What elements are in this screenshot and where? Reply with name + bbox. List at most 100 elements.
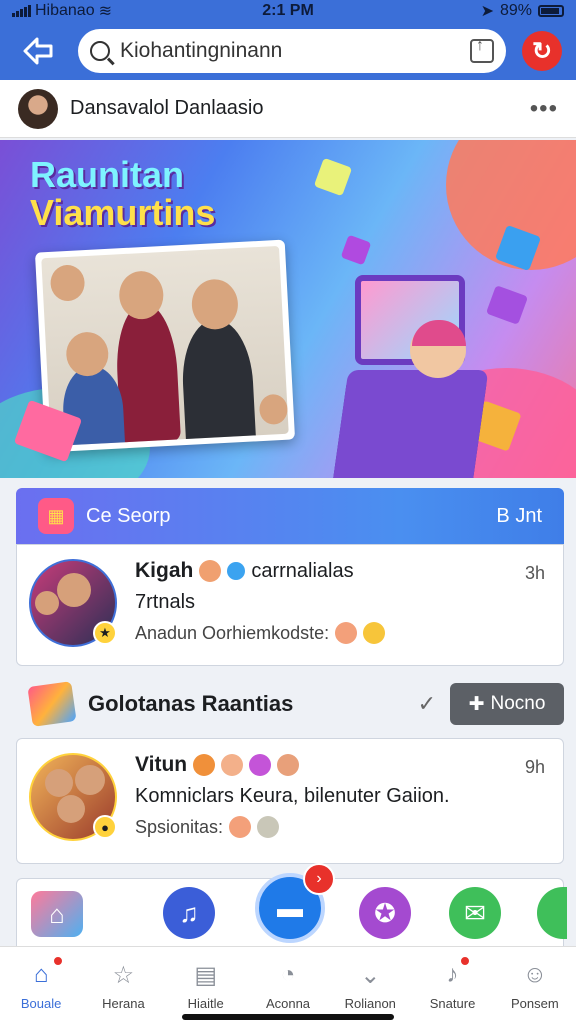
post-tag[interactable]: carrnalialas	[251, 560, 353, 583]
photo-face	[258, 393, 289, 426]
top-app-bar: ↻	[0, 22, 576, 80]
group-row: Golotanas Raantias ✓ ✚ Nocno	[16, 676, 564, 732]
reaction-emoji-icon[interactable]	[335, 622, 358, 644]
avatar-face	[57, 795, 85, 823]
group-action-button[interactable]: ✚ Nocno	[450, 683, 564, 725]
wifi-icon: ≋	[98, 3, 113, 20]
photo-person	[179, 317, 257, 447]
calendar-icon: ▤	[194, 961, 218, 989]
chat-shortcut-icon[interactable]: ✉	[449, 887, 501, 939]
tab-label: Bouale	[20, 996, 62, 1011]
refresh-button[interactable]: ↻	[522, 31, 562, 71]
shortcut-row: ⌂ ♫ ▬ › ✪ ✉	[16, 863, 567, 948]
compose-badge-icon: ›	[303, 863, 335, 895]
search-input[interactable]	[120, 39, 460, 63]
tab-favorites[interactable]: ☆ Herana	[82, 947, 164, 1024]
verified-icon	[227, 562, 246, 580]
post-title[interactable]: Vitun	[135, 753, 187, 777]
carrier-name: Hibanao	[35, 2, 95, 19]
search-bar[interactable]	[78, 29, 506, 73]
more-options-icon[interactable]: •••	[530, 95, 558, 123]
avatar-face	[45, 769, 73, 797]
location-icon: ➤	[480, 3, 494, 20]
section-title: Ce Seorp	[86, 504, 171, 527]
chevron-down-circle-icon: ⌄	[360, 961, 381, 989]
tab-more[interactable]: ⌄ Rolianon	[329, 947, 411, 1024]
hero-banner[interactable]: Raunitan Viamurtins	[0, 140, 576, 478]
reaction-emoji-icon[interactable]	[257, 816, 280, 838]
profile-name[interactable]: Dansavalol Danlaasio	[70, 97, 263, 120]
face-emoji-icon	[221, 754, 244, 776]
post-meta: Spsionitas:	[135, 816, 224, 837]
post-time: 3h	[524, 563, 545, 583]
post-card[interactable]: ● Vitun Komniclars Keura, bilenuter Gaii…	[16, 738, 564, 864]
tab-explore[interactable]: ◔ Aconna	[247, 947, 329, 1024]
post-avatar[interactable]: ★	[29, 559, 117, 647]
cube-icon	[27, 681, 77, 727]
tab-home[interactable]: ⌂ Bouale	[0, 947, 82, 1024]
decor-cube	[485, 285, 529, 325]
profile-header: Dansavalol Danlaasio •••	[0, 80, 576, 138]
star-icon: ☆	[112, 961, 135, 989]
home-indicator	[182, 1014, 394, 1020]
post-text: 7rtnals	[135, 591, 196, 613]
tab-profile[interactable]: ☺ Ponsem	[494, 947, 576, 1024]
refresh-icon: ↻	[531, 37, 553, 65]
tab-label: Ponsem	[510, 996, 559, 1011]
decor-cube	[340, 234, 372, 266]
compass-icon: ◔	[280, 961, 296, 988]
section-right-label[interactable]: B Jnt	[496, 505, 542, 528]
banner-title-line1: Raunitan	[30, 154, 185, 195]
battery-icon	[538, 5, 564, 17]
home-icon: ⌂	[33, 961, 49, 988]
photo-face	[49, 264, 86, 302]
tab-label: Snature	[429, 996, 476, 1011]
tab-calendar[interactable]: ▤ Hiaitle	[165, 947, 247, 1024]
carrier: Hibanao ≋	[12, 1, 112, 21]
face-emoji-icon	[277, 754, 300, 776]
status-bar: Hibanao ≋ 2:1 PM ➤ 89%	[0, 0, 576, 22]
reaction-emoji-icon[interactable]	[229, 816, 252, 838]
avatar-badge-icon: ●	[93, 815, 117, 839]
back-arrow-icon	[23, 37, 53, 65]
sparkle-emoji-icon	[249, 754, 272, 776]
post-title[interactable]: Kigah	[135, 559, 193, 583]
profile-shortcut-icon[interactable]	[537, 887, 567, 939]
back-button[interactable]	[14, 27, 62, 75]
group-action-label: Nocno	[490, 693, 546, 714]
avatar-face	[75, 765, 105, 795]
tab-label: Aconna	[265, 996, 311, 1011]
notification-dot	[459, 955, 472, 967]
group-title[interactable]: Golotanas Raantias	[88, 691, 293, 717]
section-header[interactable]: ▦ Ce Seorp B Jnt	[16, 488, 564, 544]
tab-label: Hiaitle	[187, 996, 224, 1011]
tab-notifications[interactable]: ♪ Snature	[411, 947, 493, 1024]
game-shortcut-icon[interactable]: ✪	[359, 887, 411, 939]
avatar-face	[57, 573, 91, 607]
banner-title-line2: Viamurtins	[30, 192, 216, 233]
post-text: Komniclars Keura, bilenuter Gaiion.	[135, 785, 450, 807]
signal-icon	[12, 5, 31, 17]
bottom-tab-bar: ⌂ Bouale ☆ Herana ▤ Hiaitle ◔ Aconna ⌄ R…	[0, 946, 576, 1024]
share-icon[interactable]	[470, 37, 494, 63]
avatar[interactable]	[18, 88, 58, 129]
tab-label: Rolianon	[344, 996, 396, 1011]
post-card[interactable]: ★ Kigah carrnalialas 7rtnals Anadun Oorh…	[16, 544, 564, 666]
chevron-down-icon[interactable]: ✓	[418, 691, 436, 717]
post-avatar[interactable]: ●	[29, 753, 117, 841]
home-shortcut-icon[interactable]: ⌂	[31, 891, 83, 937]
person-icon: ☺	[522, 961, 548, 988]
clock: 2:1 PM	[262, 2, 314, 19]
reaction-emoji-icon[interactable]	[363, 622, 386, 644]
tab-label: Herana	[102, 996, 145, 1011]
notification-dot	[52, 955, 64, 967]
face-emoji-icon	[199, 560, 222, 582]
search-icon	[90, 41, 110, 61]
avatar-face	[35, 591, 59, 615]
face-emoji-icon	[193, 754, 216, 776]
avatar-badge-icon: ★	[93, 621, 117, 645]
music-shortcut-icon[interactable]: ♫	[163, 887, 215, 939]
game-console	[331, 370, 489, 478]
apps-icon: ▦	[38, 498, 74, 534]
decor-cube	[313, 157, 353, 197]
